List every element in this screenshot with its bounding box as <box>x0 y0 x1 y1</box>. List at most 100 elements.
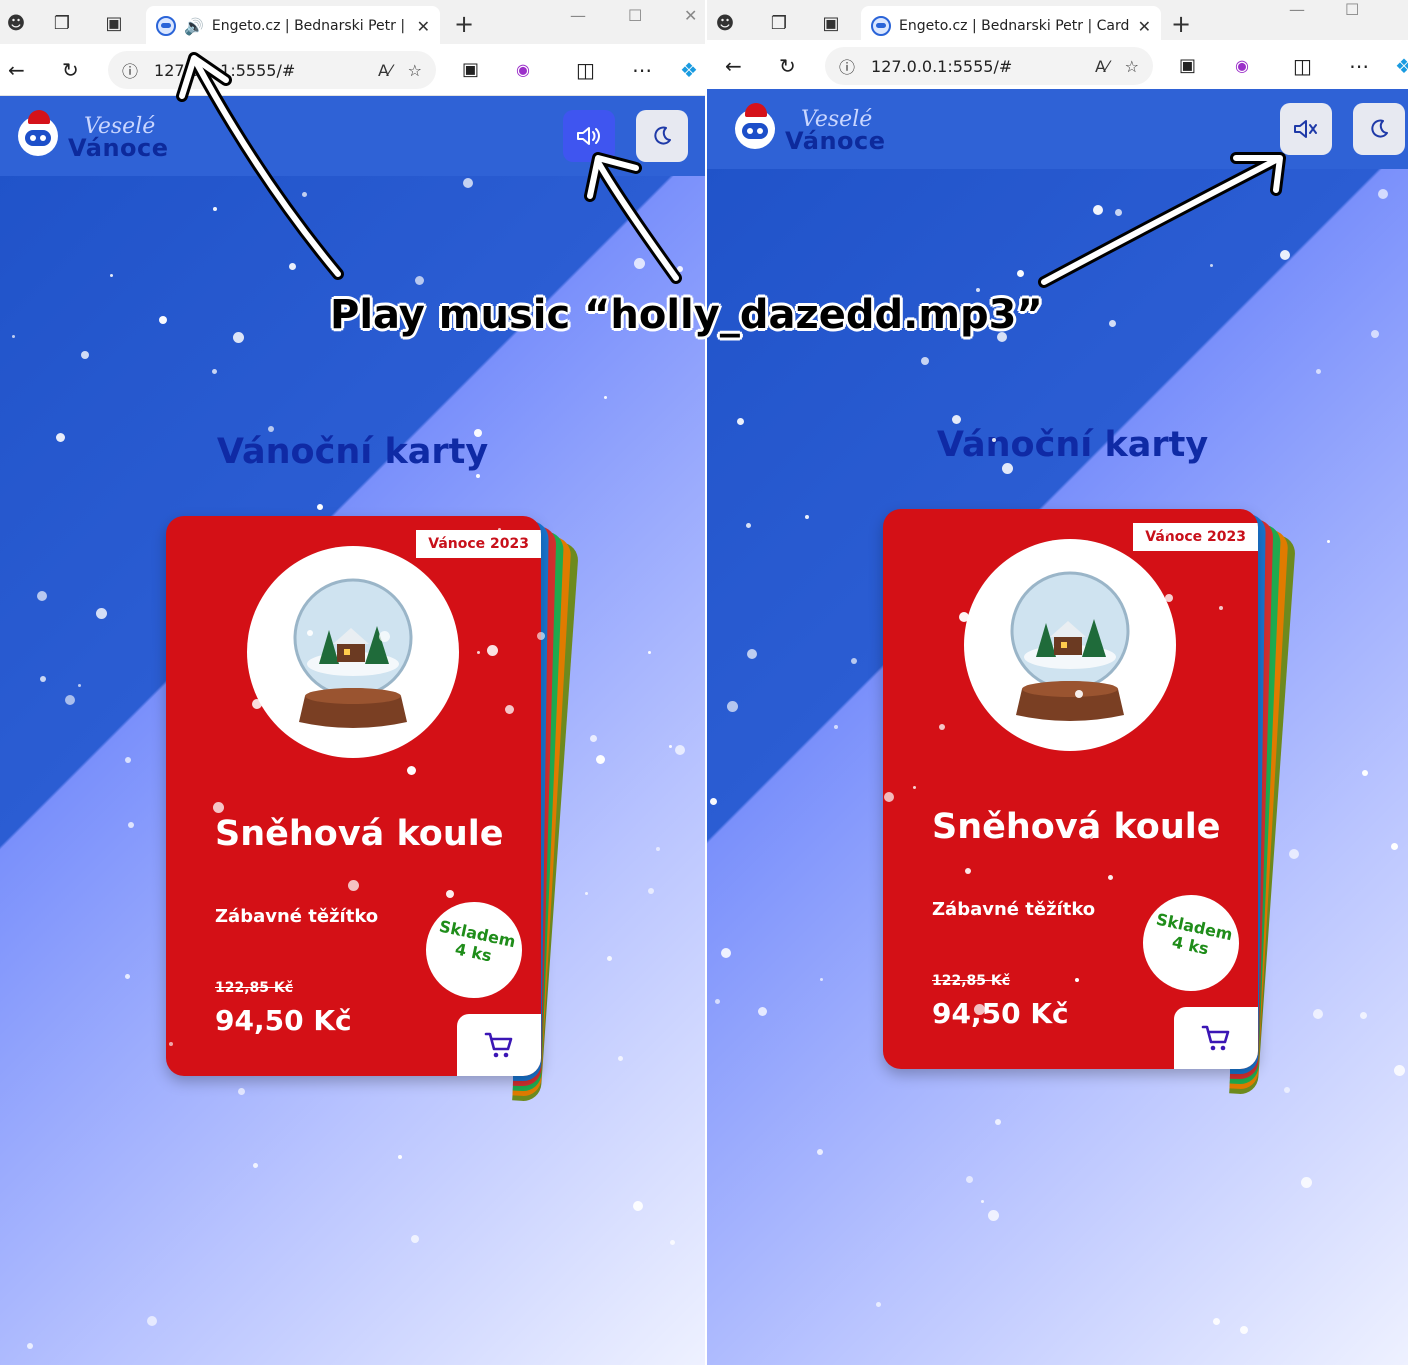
sound-toggle-button[interactable] <box>563 110 615 162</box>
snowflake <box>12 335 15 338</box>
snowflake <box>1075 690 1083 698</box>
close-tab-icon[interactable]: ✕ <box>1138 17 1151 36</box>
url-text[interactable]: 127.0.0.1:5555/# <box>871 57 1079 76</box>
favorite-star-icon[interactable]: ☆ <box>1125 57 1139 76</box>
browser-tab-active[interactable]: 🔊 Engeto.cz | Bednarski Petr | C ✕ <box>146 6 440 46</box>
annotation-label: Play music “holly_dazedd.mp3” <box>330 292 1043 338</box>
split-screen-icon[interactable]: ◫ <box>576 58 595 82</box>
speaker-muted-icon <box>1294 120 1317 138</box>
favorite-star-icon[interactable]: ☆ <box>408 61 422 80</box>
refresh-icon[interactable]: ↻ <box>62 58 79 82</box>
snow-globe-image <box>293 578 413 728</box>
tab-actions-icon[interactable]: ▣ <box>819 12 843 36</box>
snowflake <box>253 1163 258 1168</box>
santa-robot-logo-icon[interactable] <box>735 103 775 149</box>
snowflake <box>407 766 416 775</box>
snowflake <box>268 426 274 432</box>
dark-mode-button[interactable] <box>636 110 688 162</box>
card-stack: Vánoce 2023 Sněhová koule Zábavné těžítk… <box>166 516 580 1103</box>
snowflake <box>677 266 683 272</box>
snowflake <box>959 612 969 622</box>
snowflake <box>656 847 660 851</box>
dark-mode-button[interactable] <box>1353 103 1405 155</box>
web-page: Veselé Vánoce Vánoční karty Vánoce 2023 <box>0 96 705 1365</box>
snowflake <box>1017 270 1024 277</box>
maximize-icon[interactable]: ☐ <box>628 6 642 25</box>
copilot-icon[interactable]: ❖ <box>680 58 698 82</box>
close-window-icon[interactable]: ✕ <box>684 6 697 25</box>
snowflake <box>411 1235 419 1243</box>
profile-avatar-icon[interactable]: ☻ <box>4 12 28 36</box>
screenshot-camera-icon[interactable]: ▣ <box>462 58 479 82</box>
site-info-icon[interactable]: ⓘ <box>122 58 138 82</box>
screenshot-camera-icon[interactable]: ▣ <box>1179 54 1196 78</box>
snowflake <box>307 630 313 636</box>
snowflake <box>966 1176 973 1183</box>
product-subtitle: Zábavné těžítko <box>215 906 379 927</box>
add-to-cart-button[interactable] <box>457 1014 541 1076</box>
snowflake <box>1109 320 1116 327</box>
address-bar[interactable]: ⓘ 127.0.0.1:5555/# A⁄ ☆ <box>108 51 436 89</box>
tab-actions-icon[interactable]: ▣ <box>102 12 126 36</box>
back-icon[interactable]: ← <box>8 58 25 82</box>
snowflake <box>56 433 65 442</box>
snowflake <box>487 645 498 656</box>
snowflake <box>1362 770 1368 776</box>
snowflake <box>212 369 217 374</box>
read-aloud-icon[interactable]: A⁄ <box>1095 57 1109 76</box>
snowflake <box>721 948 731 958</box>
stock-badge: Skladem 4 ks <box>1134 886 1248 1000</box>
moon-icon <box>1371 119 1388 138</box>
more-menu-icon[interactable]: ⋯ <box>632 58 652 82</box>
snowflake <box>710 798 717 805</box>
new-tab-icon[interactable]: + <box>452 12 476 36</box>
snowflake <box>1371 330 1379 338</box>
snowflake <box>1280 250 1290 260</box>
minimize-icon[interactable]: — <box>570 6 586 25</box>
santa-robot-logo-icon[interactable] <box>18 110 58 156</box>
sound-toggle-button[interactable] <box>1280 103 1332 155</box>
product-card[interactable]: Vánoce 2023 Sněhová koule Zábavné těžítk… <box>883 509 1258 1069</box>
product-card[interactable]: Vánoce 2023 Sněhová koule Zábavné těžítk… <box>166 516 541 1076</box>
product-image-frame <box>247 546 459 758</box>
snowflake <box>446 890 454 898</box>
snowflake <box>727 701 738 712</box>
broadcast-icon[interactable]: ◉ <box>1235 54 1249 78</box>
workspaces-icon[interactable]: ❐ <box>50 12 74 36</box>
cart-icon <box>484 1032 513 1058</box>
snowflake <box>1090 836 1093 839</box>
snowflake <box>1301 1177 1312 1188</box>
tab-title: Engeto.cz | Bednarski Petr | C <box>211 18 409 34</box>
snowflake <box>213 207 217 211</box>
split-screen-icon[interactable]: ◫ <box>1293 54 1312 78</box>
snowflake <box>758 1007 767 1016</box>
snowflake <box>913 786 916 789</box>
snowflake <box>974 1004 985 1015</box>
snowflake <box>415 276 424 285</box>
copilot-icon[interactable]: ❖ <box>1395 54 1408 78</box>
minimize-icon[interactable]: — <box>1289 0 1305 19</box>
snowflake <box>834 725 838 729</box>
snowflake <box>125 757 131 763</box>
new-tab-icon[interactable]: + <box>1169 12 1193 36</box>
navigation-bar: ← ↻ ⓘ 127.0.0.1:5555/# A⁄ ☆ ▣ ◉ ◫ ⋯ ❖ <box>0 44 705 96</box>
address-bar[interactable]: ⓘ 127.0.0.1:5555/# A⁄ ☆ <box>825 47 1153 85</box>
back-icon[interactable]: ← <box>725 54 742 78</box>
snowflake <box>648 651 651 654</box>
broadcast-icon[interactable]: ◉ <box>516 58 530 82</box>
add-to-cart-button[interactable] <box>1174 1007 1258 1069</box>
profile-avatar-icon[interactable]: ☻ <box>713 12 737 36</box>
site-info-icon[interactable]: ⓘ <box>839 54 855 78</box>
close-tab-icon[interactable]: ✕ <box>417 17 430 36</box>
web-page: Veselé Vánoce Vánoční karty Vánoce 2023 <box>707 89 1408 1365</box>
url-text[interactable]: 127.0.0.1:5555/# <box>154 61 362 80</box>
snowflake <box>302 192 307 197</box>
snowflake <box>817 1149 823 1155</box>
speaker-icon[interactable]: 🔊 <box>184 17 204 36</box>
maximize-icon[interactable]: ☐ <box>1345 0 1359 19</box>
snowflake <box>476 474 480 478</box>
workspaces-icon[interactable]: ❐ <box>767 12 791 36</box>
refresh-icon[interactable]: ↻ <box>779 54 796 78</box>
more-menu-icon[interactable]: ⋯ <box>1349 54 1369 78</box>
read-aloud-icon[interactable]: A⁄ <box>378 61 392 80</box>
